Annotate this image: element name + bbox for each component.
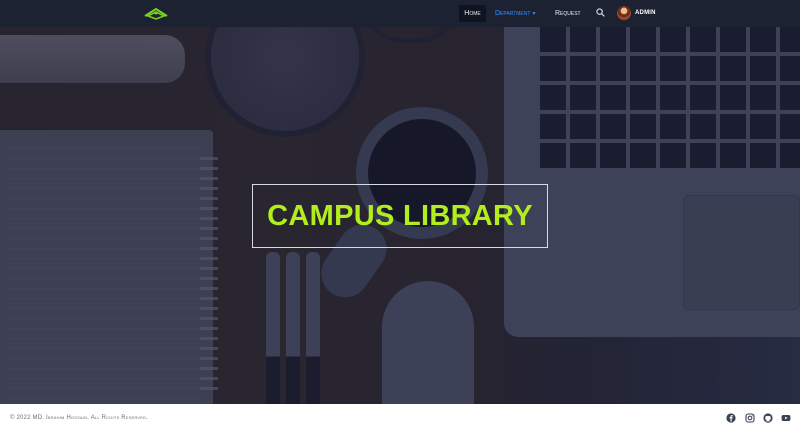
top-navbar: Home Department▼ Request ADMIN — [0, 0, 800, 27]
nav-home-link[interactable]: Home — [459, 5, 486, 22]
page-footer: © 2022 MD. Ibrahim Hossain. All Rights R… — [0, 404, 800, 432]
library-logo-icon[interactable] — [143, 6, 169, 21]
nav-department-dropdown[interactable]: Department▼ — [495, 5, 536, 22]
github-icon[interactable] — [763, 413, 773, 423]
hero-title-frame: CAMPUS LIBRARY — [252, 184, 548, 248]
user-avatar[interactable] — [617, 6, 631, 20]
caret-down-icon: ▼ — [531, 11, 537, 17]
nav-department-label: Department — [495, 10, 531, 17]
search-icon[interactable] — [596, 8, 605, 17]
user-name[interactable]: ADMIN — [635, 5, 656, 22]
hero-title: CAMPUS LIBRARY — [267, 199, 533, 232]
copyright-text: © 2022 MD. Ibrahim Hossain. All Rights R… — [10, 415, 149, 421]
facebook-icon[interactable] — [726, 413, 736, 423]
nav-request-link[interactable]: Request — [555, 5, 581, 22]
youtube-icon[interactable] — [781, 413, 791, 423]
instagram-icon[interactable] — [745, 413, 755, 423]
